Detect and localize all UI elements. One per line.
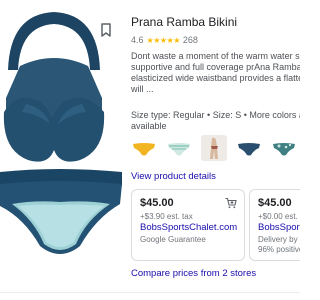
product-title[interactable]: Prana Ramba Bikini	[131, 15, 237, 29]
variant-thumb-figure[interactable]	[201, 135, 227, 161]
product-specs: Size type: Regular • Size: S • More colo…	[131, 110, 300, 132]
offer-note: Google Guarantee	[140, 235, 206, 244]
offer-tax: +$0.00 est. tax	[258, 212, 300, 221]
spec-line: available	[131, 121, 167, 131]
star-rating-icon: ★★★★★	[146, 35, 181, 45]
offer-card[interactable]: $45.00 +$3.90 est. tax BobsSportsChalet.…	[131, 189, 245, 261]
rating-row[interactable]: 4.6 ★★★★★ 268	[131, 35, 198, 45]
spec-line: Size type: Regular • Size: S • More colo…	[131, 110, 300, 120]
review-count: 268	[182, 35, 198, 45]
view-product-details-link[interactable]: View product details	[131, 171, 216, 182]
offer-store-link[interactable]: BobsSports	[258, 222, 300, 233]
product-description: Dont waste a moment of the warm water se…	[131, 51, 300, 95]
offer-tax: +$3.90 est. tax	[140, 212, 193, 221]
description-line: supportive and full coverage prAna Ramba…	[131, 62, 300, 72]
offer-price: $45.00	[258, 197, 292, 209]
offer-card[interactable]: $45.00 +$0.00 est. tax BobsSports Delive…	[249, 189, 300, 261]
description-line: elasticized wide waistband provides a fl…	[131, 73, 300, 83]
variant-thumb-yellow[interactable]	[131, 135, 157, 161]
variant-thumb-teal-print[interactable]	[271, 135, 297, 161]
cart-add-icon[interactable]	[225, 196, 237, 209]
compare-prices-link[interactable]: Compare prices from 2 stores	[131, 268, 256, 279]
variant-thumb-mint-stripe[interactable]	[166, 135, 192, 161]
product-card: Prana Ramba Bikini 4.6 ★★★★★ 268 Dont wa…	[0, 0, 300, 300]
variant-thumb-navy[interactable]	[236, 135, 262, 161]
description-line: will ...	[131, 84, 154, 94]
description-line: Dont waste a moment of the warm water se…	[131, 51, 300, 61]
offer-price: $45.00	[140, 197, 174, 209]
offer-seller-rating: 96% positive	[258, 245, 300, 254]
offer-store-link[interactable]: BobsSportsChalet.com	[140, 222, 237, 233]
offer-delivery: Delivery by W	[258, 235, 300, 244]
product-image[interactable]	[0, 0, 122, 300]
variant-thumbnails	[131, 135, 300, 161]
divider	[0, 292, 300, 293]
bookmark-icon[interactable]	[99, 22, 113, 38]
rating-value: 4.6	[131, 35, 144, 45]
